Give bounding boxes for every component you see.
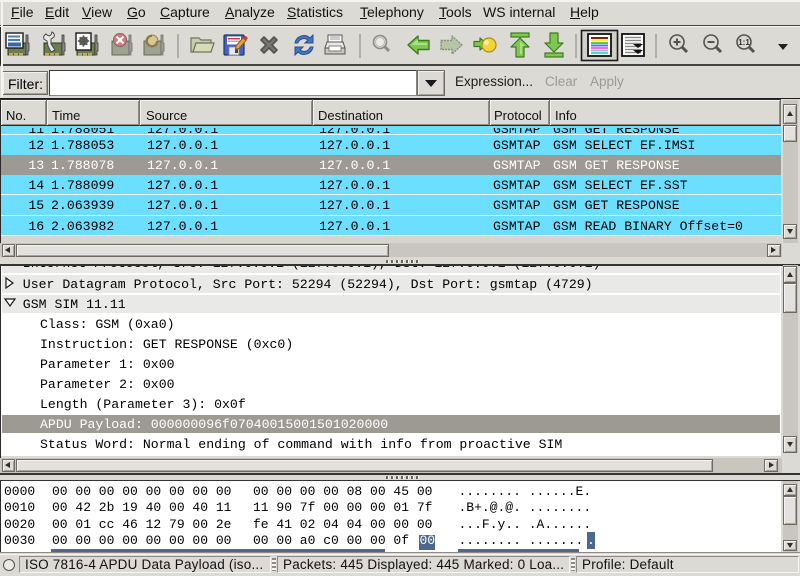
- svg-text:1:1: 1:1: [738, 38, 750, 47]
